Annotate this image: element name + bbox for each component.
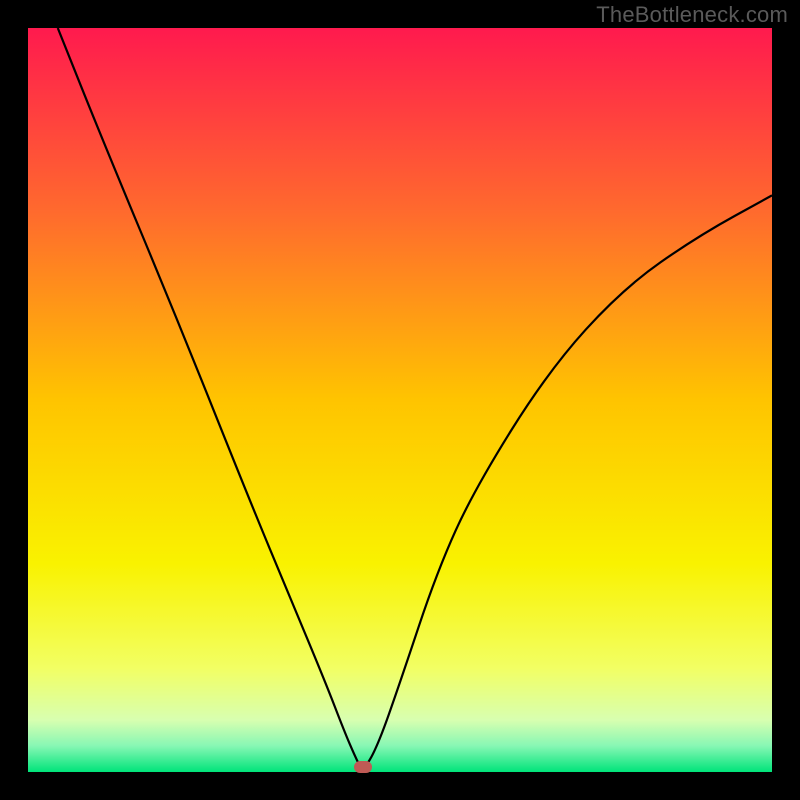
- watermark-text: TheBottleneck.com: [596, 2, 788, 28]
- chart-frame: TheBottleneck.com: [0, 0, 800, 800]
- bottleneck-marker: [354, 761, 372, 773]
- chart-background: [28, 28, 772, 772]
- plot-area: [28, 28, 772, 772]
- chart-svg: [28, 28, 772, 772]
